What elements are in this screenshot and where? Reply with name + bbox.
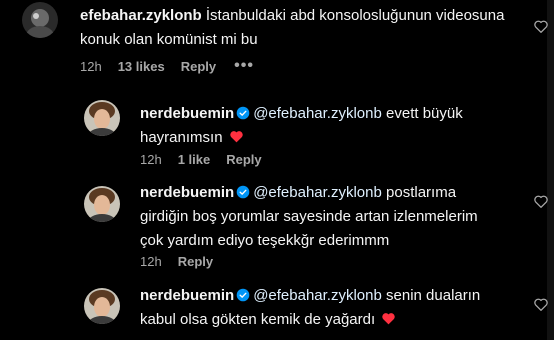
avatar[interactable] [84,100,120,136]
comment-body-line: hayranımsın [140,129,223,146]
more-options-icon[interactable]: ••• [234,57,254,75]
comment-text: nerdebuemin @efebahar.zyklonb senin duala… [140,284,520,332]
comment-body: senin duaların [386,287,481,304]
mention-link[interactable]: @efebahar.zyklonb [253,287,382,304]
comment-username[interactable]: nerdebuemin [140,105,234,122]
avatar[interactable] [84,288,120,324]
heart-outline-icon[interactable] [534,195,548,208]
comment-body-line: çok yardım ediyo teşekkğr ederimmm [140,232,390,249]
comment-meta: 12h 1 like Reply [140,152,262,167]
comment-body-line: kabul olsa gökten kemik de yağardı [140,311,376,328]
comment-text: nerdebuemin @efebahar.zyklonb evett büyük… [140,102,520,150]
scrollbar[interactable] [547,0,554,340]
heart-outline-icon[interactable] [534,298,548,311]
comment-likes[interactable]: 1 like [178,152,211,167]
comment-body: postlarıma [386,184,457,201]
comment-username[interactable]: nerdebuemin [140,184,234,201]
reply-button[interactable]: Reply [181,59,216,74]
heart-outline-icon[interactable] [534,20,548,33]
avatar[interactable] [22,2,58,38]
comment-body-line: girdiğin boş yorumlar sayesinde artan iz… [140,208,478,225]
red-heart-emoji-icon [229,131,243,143]
verified-badge-icon [236,106,250,120]
comment-meta: 12h Reply [140,254,213,269]
comment-meta: 12h 13 likes Reply ••• [80,57,254,75]
comment-likes[interactable]: 13 likes [118,59,165,74]
comment-username[interactable]: nerdebuemin [140,287,234,304]
verified-badge-icon [236,185,250,199]
comment-time: 12h [140,152,162,167]
comment-username[interactable]: efebahar.zyklonb [80,7,202,24]
comment-time: 12h [140,254,162,269]
red-heart-emoji-icon [382,313,395,325]
reply-button[interactable]: Reply [226,152,261,167]
verified-badge-icon [236,288,250,302]
mention-link[interactable]: @efebahar.zyklonb [253,184,382,201]
reply-button[interactable]: Reply [178,254,213,269]
comment-time: 12h [80,58,102,74]
avatar[interactable] [84,186,120,222]
comment-text: nerdebuemin @efebahar.zyklonb postlarıma … [140,181,520,253]
comment-text: efebahar.zyklonb İstanbuldaki abd konsol… [80,4,520,52]
comment-body: evett büyük [386,105,463,122]
mention-link[interactable]: @efebahar.zyklonb [253,105,382,122]
